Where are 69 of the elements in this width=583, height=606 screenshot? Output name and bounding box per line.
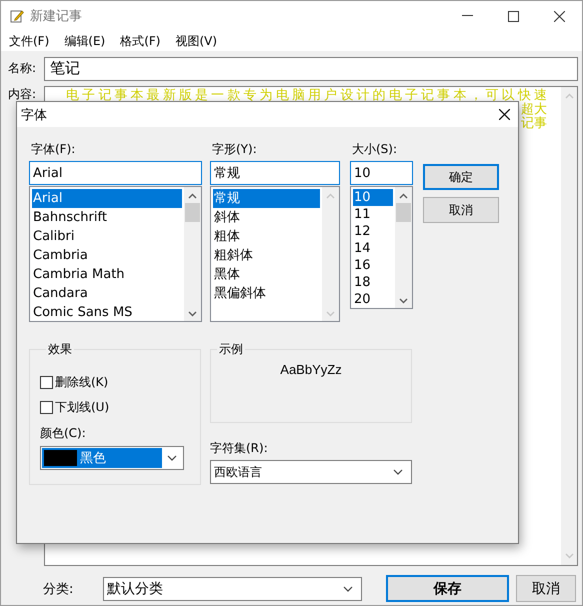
- scroll-thumb[interactable]: [185, 203, 200, 222]
- size-field[interactable]: 10: [350, 161, 413, 185]
- list-item[interactable]: Cambria: [32, 246, 182, 265]
- name-field[interactable]: 笔记: [44, 56, 578, 80]
- charset-dropdown[interactable]: 西欧语言: [210, 460, 412, 484]
- checkbox-label[interactable]: 删除线(K): [55, 374, 108, 390]
- note-pencil-icon: [10, 9, 24, 23]
- color-name: 黑色: [80, 450, 106, 467]
- scroll-up-icon[interactable]: [188, 193, 197, 199]
- checkbox-label[interactable]: 下划线(U): [55, 398, 110, 416]
- menu-item[interactable]: 格式(F): [120, 32, 160, 50]
- scroll-thumb[interactable]: [396, 203, 411, 222]
- menu-item[interactable]: 文件(F): [9, 32, 50, 50]
- note-text: 电子记事本最新版是一款专为电脑用户设计的电子记事本，可以快速: [66, 89, 547, 103]
- group-title: 效果: [47, 341, 73, 358]
- sample-text: AaBbYyZz: [280, 362, 342, 377]
- name-label: 名称:: [8, 60, 38, 77]
- color-label: 颜色(C):: [40, 425, 87, 442]
- menu-item[interactable]: 视图(V): [175, 32, 218, 50]
- list-item[interactable]: 常规: [213, 189, 320, 208]
- list-item[interactable]: 10: [353, 189, 393, 206]
- ok-button[interactable]: 确定: [423, 164, 499, 190]
- list-item[interactable]: Candara: [32, 284, 182, 303]
- charset-label: 字符集(R):: [210, 440, 269, 457]
- list-item[interactable]: 12: [353, 223, 393, 240]
- scroll-down-icon[interactable]: [399, 298, 408, 304]
- list-item[interactable]: 11: [353, 206, 393, 223]
- scroll-down-icon[interactable]: [188, 311, 197, 317]
- list-item[interactable]: 黑体: [213, 265, 320, 284]
- font-label: 字体(F):: [30, 141, 76, 158]
- cancel-button[interactable]: 取消: [516, 575, 576, 602]
- window-title: 新建记事: [30, 8, 83, 25]
- list-item[interactable]: Comic Sans MS: [32, 303, 182, 321]
- list-item[interactable]: 粗体: [213, 227, 320, 246]
- list-item[interactable]: 18: [353, 274, 393, 291]
- list-item[interactable]: 14: [353, 240, 393, 257]
- menu-item[interactable]: 编辑(E): [64, 32, 106, 50]
- save-button[interactable]: 保存: [386, 575, 509, 602]
- list-item[interactable]: Calibri: [32, 227, 182, 246]
- minimize-icon[interactable]: [462, 15, 472, 17]
- scroll-up-icon[interactable]: [399, 193, 408, 199]
- size-label: 大小(S):: [351, 141, 398, 158]
- cancel-button[interactable]: 取消: [423, 197, 499, 223]
- note-text: 超大: [521, 103, 547, 117]
- list-item[interactable]: Arial: [32, 189, 182, 208]
- list-item[interactable]: 16: [353, 257, 393, 274]
- list-item[interactable]: 斜体: [213, 208, 320, 227]
- category-dropdown[interactable]: 默认分类: [103, 576, 362, 600]
- group-title: 示例: [218, 341, 244, 358]
- checkbox[interactable]: [40, 376, 53, 388]
- style-field[interactable]: 常规: [210, 161, 340, 185]
- color-dropdown[interactable]: 黑色: [40, 446, 184, 470]
- content-label: 内容:: [8, 86, 38, 103]
- scrollbar[interactable]: [395, 187, 412, 308]
- font-field[interactable]: Arial: [29, 161, 202, 185]
- scrollbar[interactable]: [184, 187, 201, 321]
- category-label: 分类:: [43, 580, 74, 598]
- note-text: 记事: [521, 117, 547, 131]
- list-item[interactable]: Bahnschrift: [32, 208, 182, 227]
- close-icon[interactable]: [499, 109, 510, 120]
- list-item[interactable]: 粗斜体: [213, 246, 320, 265]
- checkbox[interactable]: [40, 400, 53, 414]
- list-item[interactable]: Cambria Math: [32, 265, 182, 284]
- style-label: 字形(Y):: [211, 141, 258, 158]
- dialog-title: 字体: [21, 106, 47, 124]
- maximize-icon[interactable]: [508, 10, 518, 22]
- list-item[interactable]: 黑偏斜体: [213, 284, 320, 303]
- list-item[interactable]: 20: [353, 291, 393, 308]
- close-icon[interactable]: [554, 10, 564, 22]
